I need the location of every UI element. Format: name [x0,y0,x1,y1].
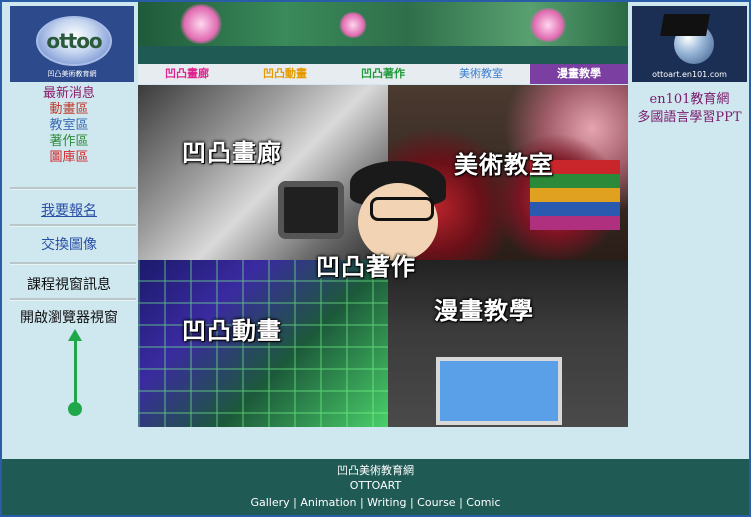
footer-site-name: 凹凸美術教育網 [337,464,414,477]
flower-decoration [338,12,368,38]
divider [10,298,136,301]
arrow-shaft [74,340,77,406]
tab-comic-teaching[interactable]: 漫畫教學 [530,64,628,84]
footer-link-gallery[interactable]: Gallery [250,496,289,509]
nav-gallery[interactable]: 圖庫區 [2,150,136,166]
cartoon-glasses [370,197,434,221]
nav-latest-news[interactable]: 最新消息 [2,86,136,102]
hero-label-comic[interactable]: 漫畫教學 [434,291,534,326]
tab-gallery[interactable]: 凹凸畫廊 [138,64,236,84]
divider [10,187,136,190]
content-spacer [138,427,628,459]
arrow-origin-dot [68,402,82,416]
gallery-panel[interactable] [138,85,388,260]
footer-separator: | [406,496,418,509]
en101-logo-caption: ottoart.en101.com [652,70,727,79]
footer-separator: | [356,496,368,509]
footer-link-writing[interactable]: Writing [367,496,406,509]
left-sidebar: ottoo 凹凸美術教育網 最新消息 動畫區 教室區 著作區 圖庫區 我要報名 … [2,2,136,459]
signup-link[interactable]: 我要報名 [2,200,136,220]
hero-label-animation[interactable]: 凹凸動畫 [182,311,282,346]
top-banner [138,2,628,46]
tab-animation[interactable]: 凹凸動畫 [236,64,334,84]
tab-works[interactable]: 凹凸著作 [334,64,432,84]
footer-link-animation[interactable]: Animation [300,496,356,509]
exchange-images-link[interactable]: 交換圖像 [2,234,136,254]
hero-collage: 凹凸畫廊 美術教室 凹凸著作 凹凸動畫 漫畫教學 [138,85,628,427]
sidebar-nav: 最新消息 動畫區 教室區 著作區 圖庫區 [2,86,136,166]
flower-decoration [528,8,568,42]
nav-classroom[interactable]: 教室區 [2,118,136,134]
logo-text: ottoo [46,29,102,53]
flower-decoration [178,4,224,44]
footer-link-comic[interactable]: Comic [466,496,500,509]
footer-separator: | [455,496,467,509]
site-logo[interactable]: ottoo 凹凸美術教育網 [10,6,134,82]
logo-caption: 凹凸美術教育網 [47,70,97,78]
footer-separator: | [289,496,301,509]
footer-link-course[interactable]: Course [417,496,455,509]
divider [10,262,136,265]
right-sidebar: ottoart.en101.com en101教育網 多國語言學習PPT [630,2,749,459]
graduation-cap-icon [660,14,710,36]
multilingual-ppt-link[interactable]: 多國語言學習PPT [630,106,749,125]
hero-label-works[interactable]: 凹凸著作 [316,247,416,282]
footer: 凹凸美術教育網 OTTOART Gallery | Animation | Wr… [2,459,749,515]
divider [10,224,136,227]
banner-strip [138,46,628,64]
section-tabs: 凹凸畫廊 凹凸動畫 凹凸著作 美術教室 漫畫教學 [138,64,628,84]
tv-illustration [278,181,344,239]
en101-logo[interactable]: ottoart.en101.com [632,6,747,82]
hero-label-gallery[interactable]: 凹凸畫廊 [182,133,282,168]
hero-label-art-classroom[interactable]: 美術教室 [454,145,554,180]
en101-link[interactable]: en101教育網 [630,88,749,107]
logo-emblem: ottoo [36,16,112,66]
nav-animation[interactable]: 動畫區 [2,102,136,118]
laptop-illustration [436,357,562,425]
open-browser-window-button[interactable]: 開啟瀏覽器視窗 [2,307,136,327]
course-window-message-button[interactable]: 課程視窗訊息 [2,274,136,294]
footer-brand: OTTOART [349,479,402,492]
footer-links: Gallery | Animation | Writing | Course |… [2,496,749,509]
tab-art-classroom[interactable]: 美術教室 [432,64,530,84]
nav-works[interactable]: 著作區 [2,134,136,150]
